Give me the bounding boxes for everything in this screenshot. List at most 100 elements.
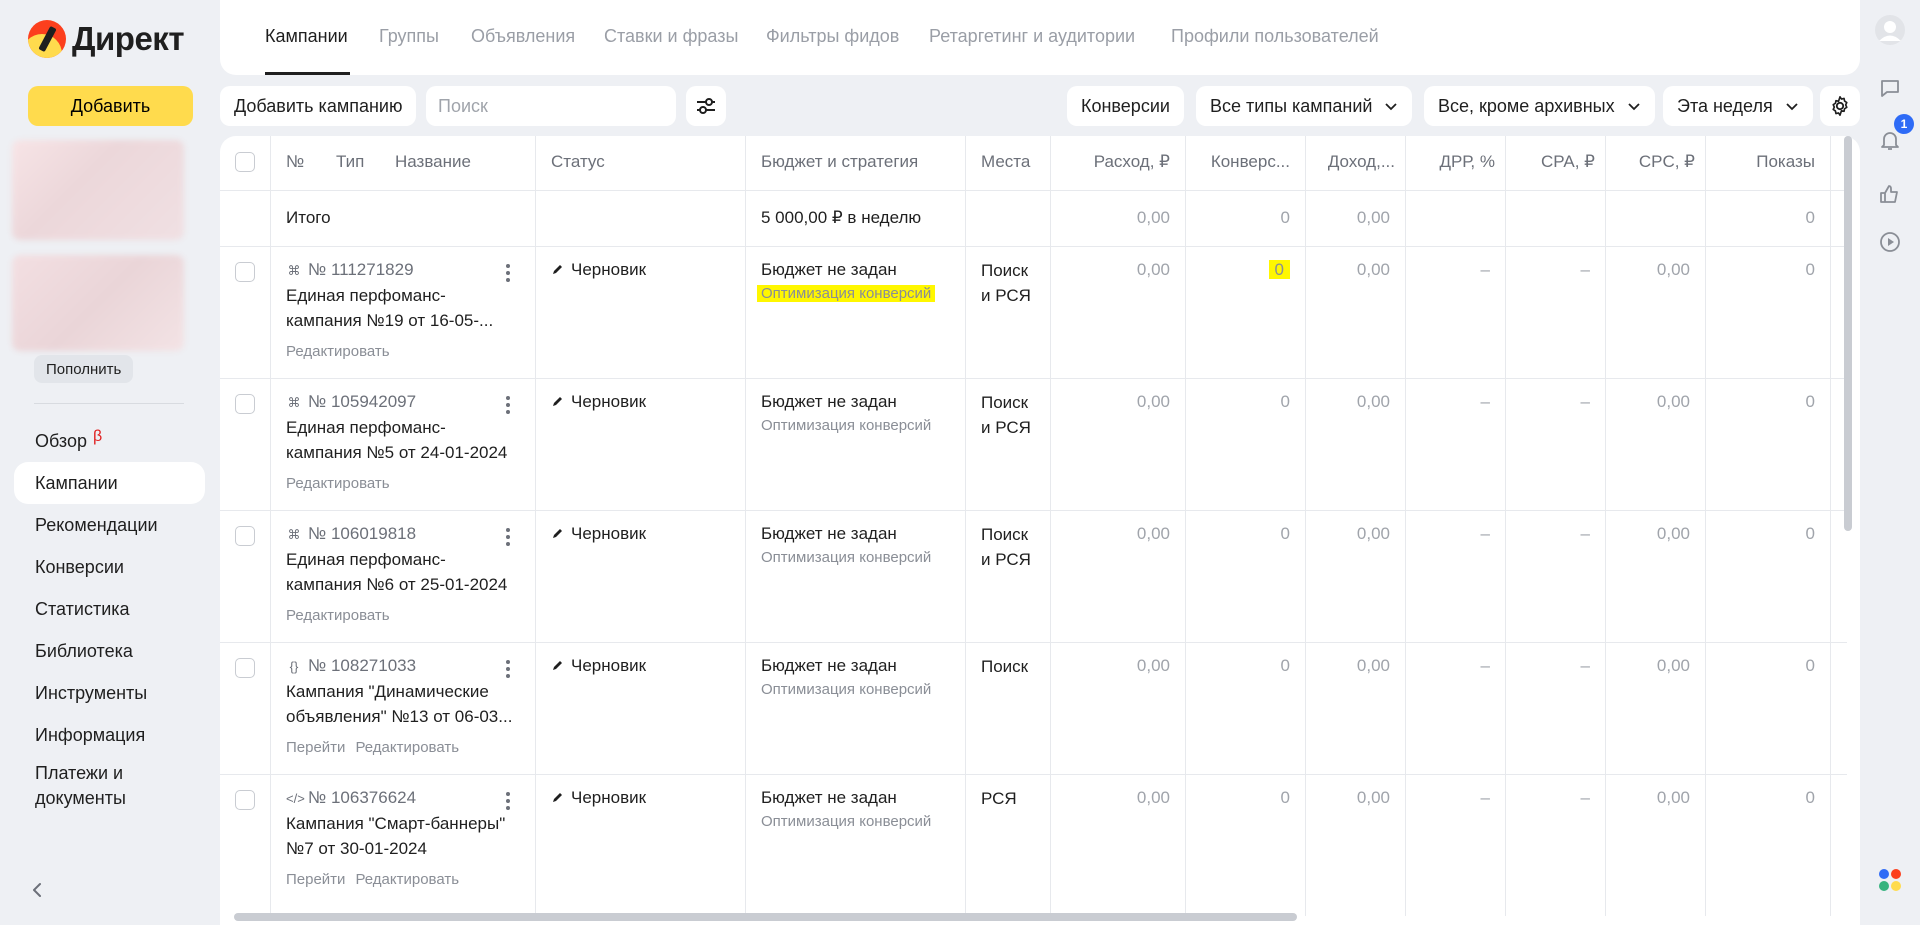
filter-settings-button[interactable] xyxy=(686,86,726,126)
col-header-impressions[interactable]: Показы xyxy=(1715,152,1815,172)
cpa-value: – xyxy=(1580,656,1590,675)
chat-button[interactable] xyxy=(1876,74,1904,102)
cpa-value: – xyxy=(1580,260,1590,279)
sidebar-divider xyxy=(34,403,184,404)
row-checkbox[interactable] xyxy=(235,394,255,414)
more-actions-icon[interactable] xyxy=(506,660,510,680)
open-link[interactable]: Перейти xyxy=(286,739,345,756)
impressions-value: 0 xyxy=(1805,524,1815,543)
col-header-income[interactable]: Доход,... xyxy=(1315,152,1395,172)
open-link[interactable]: Перейти xyxy=(286,871,345,888)
col-header-spend[interactable]: Расход, ₽ xyxy=(1065,152,1170,172)
col-header-cpc[interactable]: CPC, ₽ xyxy=(1615,152,1695,172)
places-cell: Поиск и РСЯ xyxy=(981,522,1031,572)
select-all-checkbox[interactable] xyxy=(235,152,255,172)
status-cell: Черновик xyxy=(551,260,646,280)
sidebar-item-information[interactable]: Информация xyxy=(14,714,205,756)
row-checkbox[interactable] xyxy=(235,526,255,546)
col-header-budget[interactable]: Бюджет и стратегия xyxy=(761,152,918,172)
logo[interactable]: Директ xyxy=(28,20,184,58)
tab-campaigns[interactable]: Кампании xyxy=(265,26,348,47)
col-header-name[interactable]: Название xyxy=(395,152,471,172)
status-cell: Черновик xyxy=(551,656,646,676)
video-help-button[interactable] xyxy=(1876,228,1904,256)
sidebar-item-campaigns[interactable]: Кампании xyxy=(14,462,205,504)
col-header-conversions[interactable]: Конверс... xyxy=(1200,152,1290,172)
row-checkbox[interactable] xyxy=(235,262,255,282)
sidebar-item-label: Кампании xyxy=(35,472,118,493)
campaign-name[interactable]: Единая перфоманс- кампания №5 от 24-01-2… xyxy=(286,415,507,465)
col-header-drr[interactable]: ДРР, % xyxy=(1415,152,1495,172)
col-header-type[interactable]: Тип xyxy=(336,152,364,172)
sidebar-item-library[interactable]: Библиотека xyxy=(14,630,205,672)
blurred-account-info xyxy=(12,140,184,240)
more-actions-icon[interactable] xyxy=(506,792,510,812)
sidebar-item-conversions[interactable]: Конверсии xyxy=(14,546,205,588)
conversions-value: 0 xyxy=(1280,788,1290,807)
sidebar-item-tools[interactable]: Инструменты xyxy=(14,672,205,714)
col-header-status[interactable]: Статус xyxy=(551,152,605,172)
feedback-button[interactable] xyxy=(1876,180,1904,208)
drr-value: – xyxy=(1480,656,1490,675)
tab-bids-phrases[interactable]: Ставки и фразы xyxy=(604,26,738,47)
campaign-name[interactable]: Кампания "Динамические объявления" №13 о… xyxy=(286,679,512,729)
tab-user-profiles[interactable]: Профили пользователей xyxy=(1171,26,1379,47)
col-header-cpa[interactable]: CPA, ₽ xyxy=(1515,152,1595,172)
cpa-value: – xyxy=(1580,392,1590,411)
conversions-button[interactable]: Конверсии xyxy=(1067,86,1184,126)
sidebar-item-label: Информация xyxy=(35,724,146,745)
campaign-name[interactable]: Единая перфоманс- кампания №19 от 16-05-… xyxy=(286,283,493,333)
row-checkbox[interactable] xyxy=(235,790,255,810)
add-button[interactable]: Добавить xyxy=(28,86,193,126)
table-settings-button[interactable] xyxy=(1820,86,1860,126)
horizontal-scrollbar[interactable] xyxy=(234,913,1297,921)
sidebar-item-overview[interactable]: Обзор β xyxy=(14,420,205,462)
period-select[interactable]: Эта неделя xyxy=(1663,86,1813,126)
archive-filter-select[interactable]: Все, кроме архивных xyxy=(1424,86,1655,126)
collapse-sidebar-icon[interactable] xyxy=(30,882,46,898)
campaign-id: </> № 106376624 xyxy=(286,788,416,808)
tab-groups[interactable]: Группы xyxy=(379,26,439,47)
avatar[interactable] xyxy=(1874,14,1906,46)
sidebar-item-label: Библиотека xyxy=(35,640,133,661)
tab-ads[interactable]: Объявления xyxy=(471,26,575,47)
conversions-cell: 0 xyxy=(1190,392,1290,412)
campaign-types-select[interactable]: Все типы кампаний xyxy=(1196,86,1413,126)
topup-button[interactable]: Пополнить xyxy=(34,355,134,383)
search-input[interactable] xyxy=(426,86,676,126)
vertical-scrollbar[interactable] xyxy=(1844,136,1852,531)
edit-link[interactable]: Редактировать xyxy=(355,739,459,756)
sidebar-item-statistics[interactable]: Статистика xyxy=(14,588,205,630)
tab-feed-filters[interactable]: Фильтры фидов xyxy=(766,26,899,47)
more-actions-icon[interactable] xyxy=(506,528,510,548)
add-campaign-button[interactable]: Добавить кампанию xyxy=(220,86,417,126)
edit-link[interactable]: Редактировать xyxy=(286,607,390,624)
pencil-icon xyxy=(553,793,562,802)
edit-link[interactable]: Редактировать xyxy=(286,343,390,360)
campaigns-table: № Тип Название Статус Бюджет и стратегия… xyxy=(220,136,1860,925)
col-header-places[interactable]: Места xyxy=(981,152,1030,172)
total-budget: 5 000,00 ₽ в неделю xyxy=(761,208,922,227)
budget-text: Бюджет не задан xyxy=(761,392,897,411)
tabs-bar: Кампании Группы Объявления Ставки и фраз… xyxy=(220,0,1860,75)
campaign-name-line2: объявления" №13 от 06-03... xyxy=(286,707,513,726)
conversions-value: 0 xyxy=(1280,392,1290,411)
campaign-name[interactable]: Кампания "Смарт-баннеры" №7 от 30-01-202… xyxy=(286,811,505,861)
edit-link[interactable]: Редактировать xyxy=(286,475,390,492)
sidebar-item-payments[interactable]: Платежи и документы xyxy=(14,756,205,816)
row-checkbox[interactable] xyxy=(235,658,255,678)
places-line1: Поиск xyxy=(981,393,1029,412)
tab-retargeting[interactable]: Ретаргетинг и аудитории xyxy=(929,26,1135,47)
campaign-number: № 111271829 xyxy=(308,260,414,279)
campaign-name[interactable]: Единая перфоманс- кампания №6 от 25-01-2… xyxy=(286,547,507,597)
col-header-number[interactable]: № xyxy=(286,152,304,172)
services-button[interactable] xyxy=(1876,866,1904,894)
places-line1: Поиск xyxy=(981,525,1029,544)
conversions-cell: 0 xyxy=(1190,788,1290,808)
more-actions-icon[interactable] xyxy=(506,264,510,284)
more-actions-icon[interactable] xyxy=(506,396,510,416)
cpc-value: 0,00 xyxy=(1656,392,1690,411)
edit-link[interactable]: Редактировать xyxy=(355,871,459,888)
sidebar-item-recommendations[interactable]: Рекомендации xyxy=(14,504,205,546)
drr-value: – xyxy=(1480,260,1490,279)
